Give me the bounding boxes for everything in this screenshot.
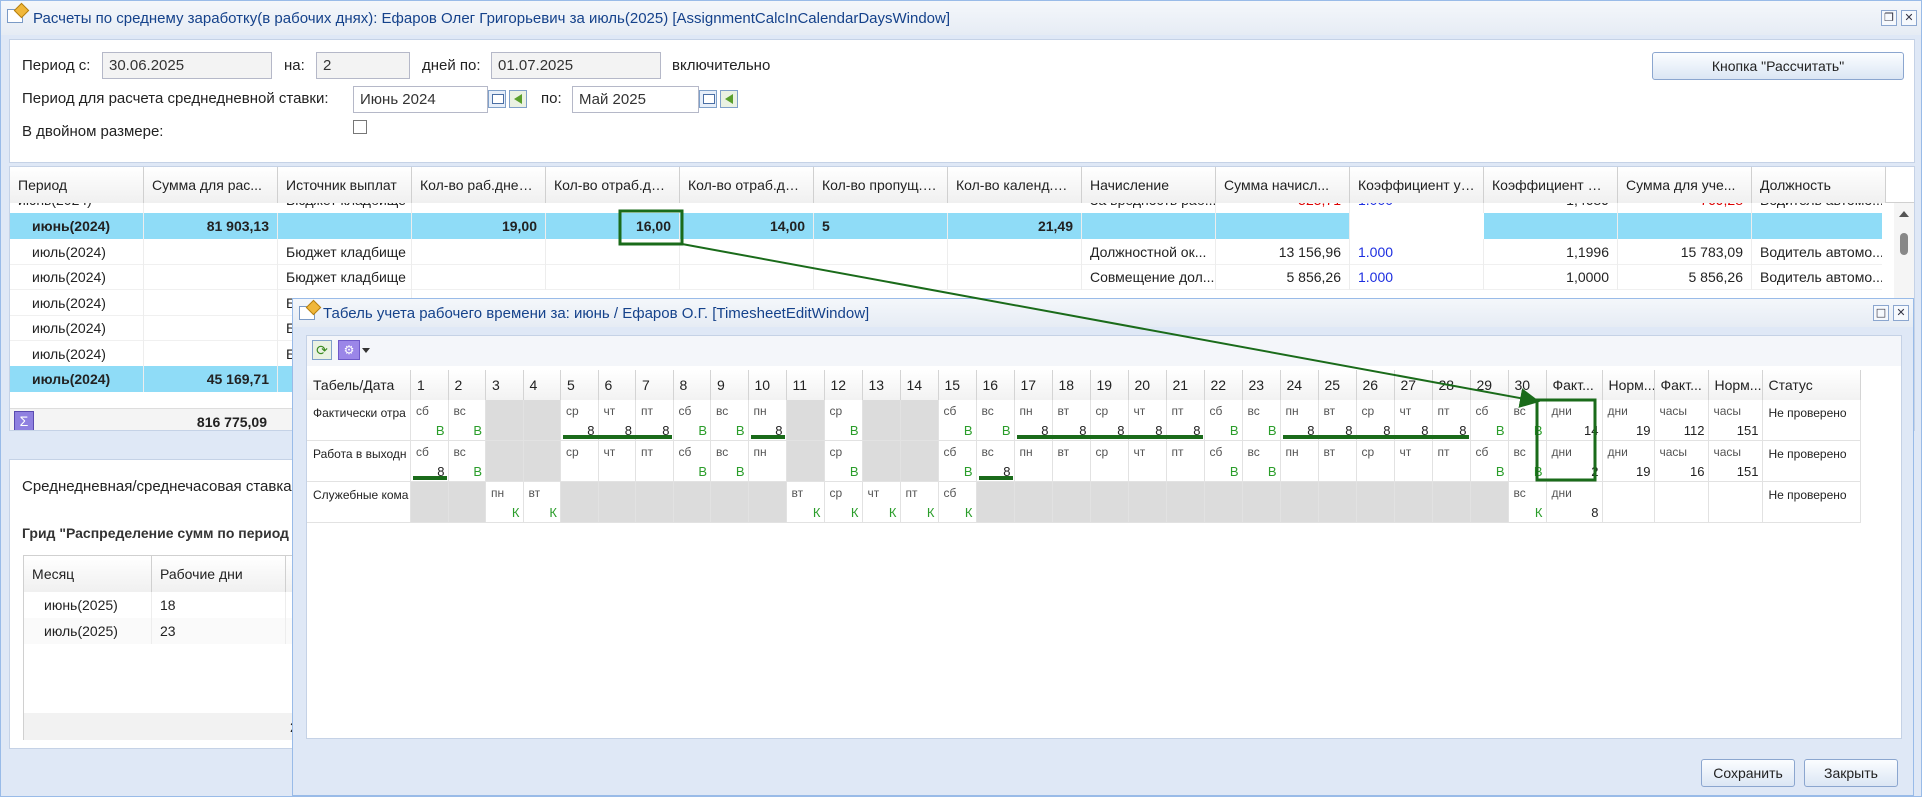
highlight-box-worked [618,209,684,246]
annotation-arrow [618,209,1597,482]
arrow-line [681,243,1540,408]
highlight-box-fact [1535,398,1597,482]
